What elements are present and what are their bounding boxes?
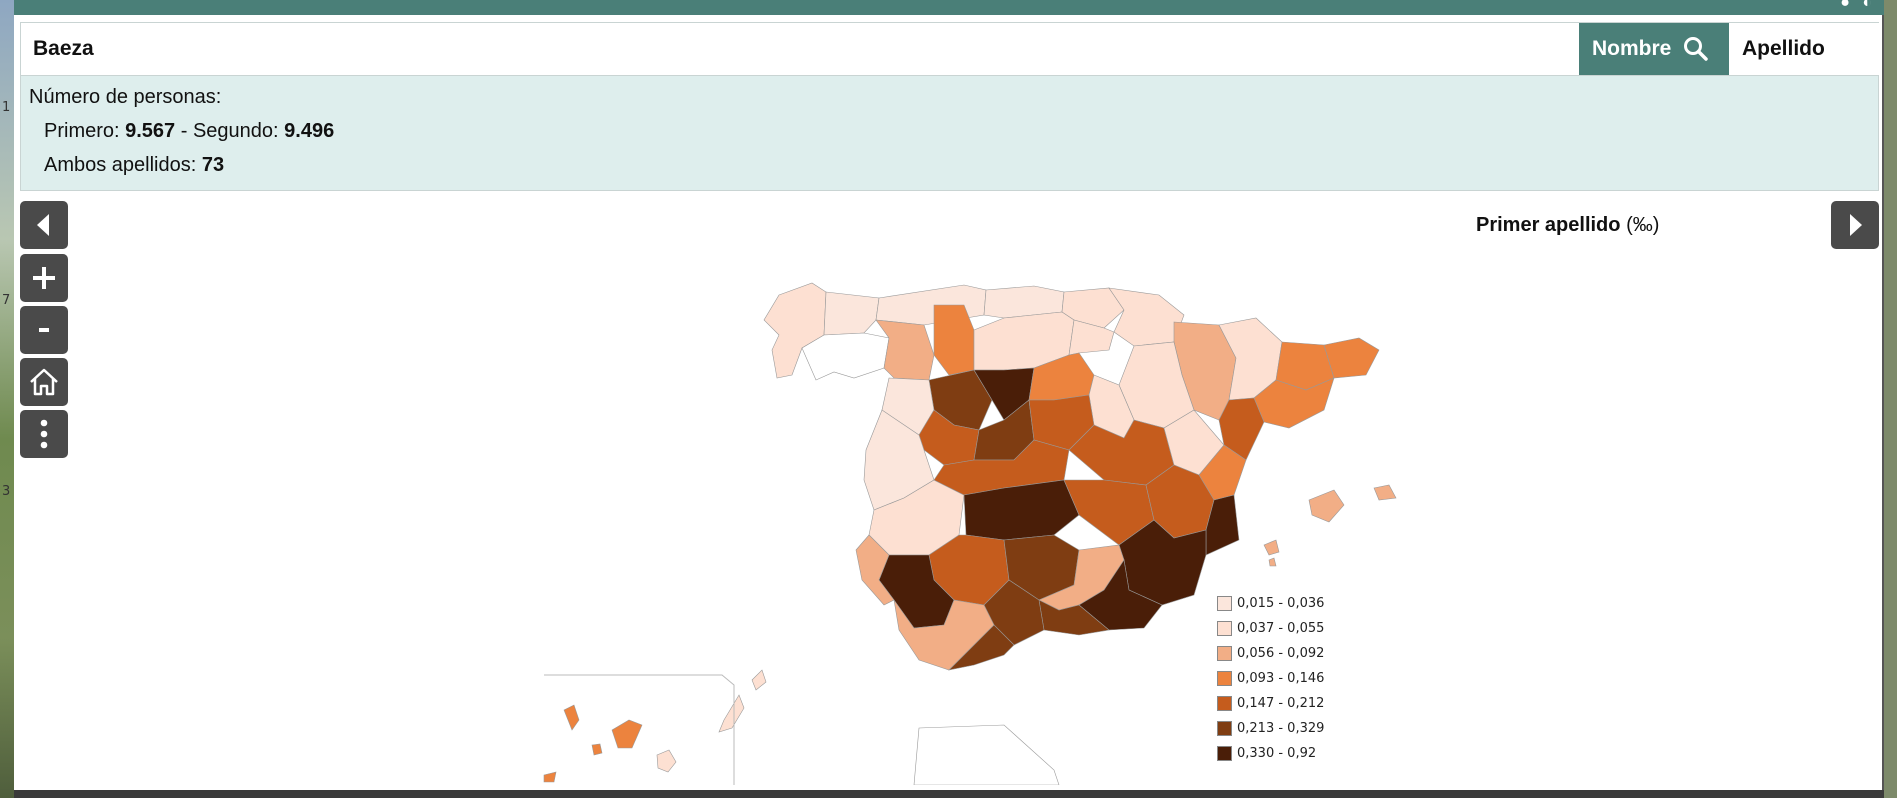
- legend-swatch: [1217, 621, 1232, 636]
- more-options-button[interactable]: [20, 410, 68, 458]
- map-legend: 0,015 - 0,036 0,037 - 0,055 0,056 - 0,092 0…: [1217, 591, 1324, 766]
- legend-swatch: [1217, 646, 1232, 661]
- region[interactable]: [1308, 489, 1345, 523]
- legend-item: 0,093 - 0,146: [1217, 666, 1324, 691]
- region[interactable]: [1323, 337, 1380, 379]
- ambos-label: Ambos apellidos:: [44, 154, 202, 176]
- region[interactable]: [1268, 557, 1277, 567]
- primero-value: 9.567: [125, 120, 176, 142]
- legend-swatch: [1217, 696, 1232, 711]
- top-bar: ● ◐: [14, 0, 1884, 15]
- chevron-right-icon: [1850, 214, 1862, 236]
- search-bar: Nombre Apellido: [20, 22, 1879, 76]
- region[interactable]: [1373, 484, 1397, 501]
- chevron-left-icon: [37, 214, 49, 236]
- nombre-button[interactable]: Nombre: [1579, 23, 1729, 75]
- home-icon: [30, 368, 58, 396]
- search-icon: [1684, 37, 1709, 61]
- apellido-label: Apellido: [1742, 37, 1825, 60]
- region[interactable]: [718, 694, 745, 733]
- legend-label: 0,147 - 0,212: [1237, 696, 1325, 711]
- legend-item: 0,147 - 0,212: [1217, 691, 1324, 716]
- region[interactable]: [591, 743, 603, 756]
- region[interactable]: [913, 724, 1060, 785]
- count-heading: Número de personas:: [29, 86, 222, 108]
- legend-item: 0,015 - 0,036: [1217, 591, 1324, 616]
- legend-item: 0,056 - 0,092: [1217, 641, 1324, 666]
- region[interactable]: [656, 749, 677, 773]
- legend-item: 0,330 - 0,92: [1217, 741, 1324, 766]
- legend-label: 0,213 - 0,329: [1237, 721, 1325, 736]
- legend-item: 0,037 - 0,055: [1217, 616, 1324, 641]
- count-first-second: Primero: 9.567 - Segundo: 9.496: [29, 116, 1878, 150]
- desktop-edge-text: 1: [2, 100, 11, 115]
- desktop-edge-text: 3: [2, 484, 11, 499]
- person-count-panel: Número de personas: Primero: 9.567 - Seg…: [20, 76, 1879, 191]
- region[interactable]: [801, 332, 890, 381]
- primero-label: Primero:: [44, 120, 126, 142]
- zoom-out-button[interactable]: [20, 306, 68, 354]
- count-both: Ambos apellidos: 73: [29, 150, 1878, 184]
- legend-item: 0,213 - 0,329: [1217, 716, 1324, 741]
- app-window: ● ◐ Nombre Apellido Número de personas: …: [14, 0, 1884, 790]
- map-title: Primer apellido (‰): [1476, 214, 1659, 237]
- segundo-label: - Segundo:: [175, 120, 285, 142]
- home-button[interactable]: [20, 358, 68, 406]
- apellido-button[interactable]: Apellido: [1729, 23, 1879, 75]
- map-title-unit: (‰): [1626, 214, 1660, 236]
- segundo-value: 9.496: [284, 120, 335, 142]
- legend-label: 0,330 - 0,92: [1237, 746, 1317, 761]
- next-button[interactable]: [1831, 201, 1879, 249]
- region[interactable]: [563, 704, 580, 731]
- region[interactable]: [611, 719, 643, 749]
- legend-label: 0,015 - 0,036: [1237, 596, 1325, 611]
- region[interactable]: [1108, 287, 1185, 347]
- region[interactable]: [823, 291, 880, 336]
- ambos-value: 73: [201, 154, 225, 176]
- map-title-text: Primer apellido: [1476, 214, 1621, 236]
- plus-icon: [33, 267, 55, 289]
- legend-swatch: [1217, 746, 1232, 761]
- legend-label: 0,037 - 0,055: [1237, 621, 1325, 636]
- minus-icon: [39, 328, 49, 332]
- topbar-icons[interactable]: ● ◐: [1840, 0, 1876, 12]
- region[interactable]: [751, 669, 767, 691]
- desktop-edge-text: 7: [2, 293, 11, 308]
- region[interactable]: [933, 304, 975, 376]
- taskbar: [14, 790, 1884, 798]
- legend-swatch: [1217, 671, 1232, 686]
- legend-swatch: [1217, 721, 1232, 736]
- region[interactable]: [1263, 539, 1280, 556]
- nombre-label: Nombre: [1592, 37, 1672, 60]
- region[interactable]: [543, 771, 557, 783]
- surname-search-input[interactable]: [21, 23, 1579, 75]
- zoom-in-button[interactable]: [20, 254, 68, 302]
- legend-swatch: [1217, 596, 1232, 611]
- legend-label: 0,093 - 0,146: [1237, 671, 1325, 686]
- desktop-background: 1 7 3: [0, 0, 14, 798]
- previous-button[interactable]: [20, 201, 68, 249]
- legend-label: 0,056 - 0,092: [1237, 646, 1325, 661]
- more-vertical-icon: [40, 419, 48, 449]
